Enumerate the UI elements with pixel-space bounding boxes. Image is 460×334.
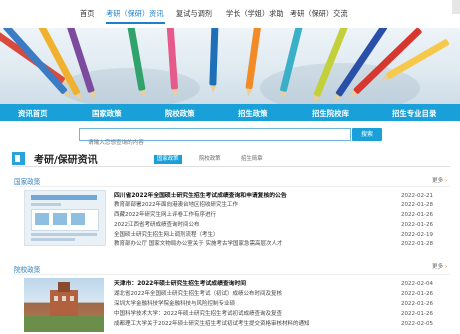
active-tab-underline <box>106 22 165 24</box>
news-title[interactable]: 中国科学技术大学：2022年硕士研究生招生考试初试成绩查询及复查 <box>114 310 374 318</box>
news-title[interactable]: 深圳大学金融科技学院金融科技与风险控制专业硕 <box>114 300 374 308</box>
news-item[interactable]: 成都理工大学关于2022年硕士研究生招生考试初试考生提交资格审核材料的通知 20… <box>114 320 436 328</box>
more-arrow-icon: › <box>444 264 448 270</box>
divider <box>14 186 450 187</box>
news-item[interactable]: 2022江西省考研成绩查询时间公布 2022-01-26 <box>114 221 436 229</box>
news-title[interactable]: 教育部部署2022年面向港澳台地区招收研究生工作 <box>114 201 374 209</box>
section-header: 考研/保研资讯 国家政策 院校政策 招生简章 <box>12 150 450 167</box>
national-policy-thumbnail[interactable] <box>24 190 106 246</box>
search-input[interactable] <box>80 137 358 149</box>
news-title[interactable]: 湖北省2022年全国硕士研究生招生考试（初试）成绩公布时间及复核 <box>114 290 374 298</box>
news-date: 2022-02-04 <box>401 281 433 287</box>
main-navigation: 资讯首页 国家政策 院校政策 招生政策 招生院校库 招生专业目录 <box>0 104 460 121</box>
mainnav-news-home[interactable]: 资讯首页 <box>18 108 48 119</box>
tab-national-policy[interactable]: 国家政策 <box>154 155 182 164</box>
search-button[interactable]: 搜索 <box>352 128 382 141</box>
news-title[interactable]: 天津市：2022年硕士研究生招生考试成绩查询时间 <box>114 280 374 288</box>
news-date: 2022-01-28 <box>401 202 433 208</box>
news-date: 2022-01-28 <box>401 241 433 247</box>
news-date: 2022-01-26 <box>401 301 433 307</box>
corner-decoration <box>452 0 460 14</box>
divider <box>14 274 450 275</box>
news-date: 2022-02-05 <box>401 321 433 327</box>
search-box <box>79 128 358 149</box>
school-policy-thumbnail[interactable] <box>24 278 104 332</box>
news-item[interactable]: 全国硕士研究生招生网上调剂流程（考生） 2022-02-19 <box>114 231 436 239</box>
topnav-retest-adjust[interactable]: 复试与调剂 <box>176 9 212 19</box>
news-date: 2022-01-26 <box>401 212 433 218</box>
news-item[interactable]: 深圳大学金融科技学院金融科技与风险控制专业硕 2022-01-26 <box>114 300 436 308</box>
news-title[interactable]: 全国硕士研究生招生网上调剂流程（考生） <box>114 231 374 239</box>
category-title-national[interactable]: 国家政策 <box>14 176 40 186</box>
news-date: 2022-01-26 <box>401 311 433 317</box>
news-item[interactable]: 教育部办公厅 国家文物局办公室关于 实施考古学国家急需高层次人才 2022-01… <box>114 240 436 248</box>
news-title[interactable]: 四川省2022年全国硕士研究生招生考试成绩查询和申请复核的公告 <box>114 192 374 200</box>
news-item[interactable]: 天津市：2022年硕士研究生招生考试成绩查询时间 2022-02-04 <box>114 280 436 288</box>
news-title[interactable]: 西藏2022年研究生网上评卷工作有序进行 <box>114 211 374 219</box>
news-date: 2022-02-21 <box>401 193 433 199</box>
mainnav-enrollment-policy[interactable]: 招生政策 <box>238 108 268 119</box>
news-title[interactable]: 成都理工大学关于2022年硕士研究生招生考试初试考生提交资格审核材料的通知 <box>114 320 374 328</box>
topnav-exchange[interactable]: 考研（保研）交流 <box>290 9 348 19</box>
news-date: 2022-01-26 <box>401 291 433 297</box>
section-icon <box>12 152 25 165</box>
news-item[interactable]: 湖北省2022年全国硕士研究生招生考试（初试）成绩公布时间及复核 2022-01… <box>114 290 436 298</box>
news-item[interactable]: 中国科学技术大学：2022年硕士研究生招生考试初试成绩查询及复查 2022-01… <box>114 310 436 318</box>
mainnav-school-database[interactable]: 招生院校库 <box>312 108 349 119</box>
top-navigation: 首页 考研（保研）资讯 复试与调剂 学长（学姐）求助 考研（保研）交流 <box>0 0 460 28</box>
more-link-school[interactable]: 更多 › <box>432 262 447 270</box>
section-title: 考研/保研资讯 <box>34 155 98 166</box>
tab-school-policy[interactable]: 院校政策 <box>196 155 224 164</box>
topnav-seniors-help[interactable]: 学长（学姐）求助 <box>226 9 284 19</box>
category-title-school[interactable]: 院校政策 <box>14 264 40 274</box>
tab-enrollment-guide[interactable]: 招生简章 <box>238 155 266 164</box>
topnav-home[interactable]: 首页 <box>80 9 94 19</box>
news-date: 2022-01-26 <box>401 222 433 228</box>
news-title[interactable]: 2022江西省考研成绩查询时间公布 <box>114 221 374 229</box>
banner-image <box>0 28 460 104</box>
mainnav-major-catalog[interactable]: 招生专业目录 <box>392 108 436 119</box>
news-title[interactable]: 教育部办公厅 国家文物局办公室关于 实施考古学国家急需高层次人才 <box>114 240 374 248</box>
mainnav-national-policy[interactable]: 国家政策 <box>92 108 122 119</box>
more-arrow-icon: › <box>444 178 448 184</box>
news-item[interactable]: 四川省2022年全国硕士研究生招生考试成绩查询和申请复核的公告 2022-02-… <box>114 192 436 200</box>
news-date: 2022-02-19 <box>401 232 433 238</box>
more-link-national[interactable]: 更多 › <box>432 176 447 184</box>
news-item[interactable]: 西藏2022年研究生网上评卷工作有序进行 2022-01-26 <box>114 211 436 219</box>
mainnav-school-policy[interactable]: 院校政策 <box>165 108 195 119</box>
topnav-kaoyan-news[interactable]: 考研（保研）资讯 <box>106 9 164 19</box>
news-item[interactable]: 教育部部署2022年面向港澳台地区招收研究生工作 2022-01-28 <box>114 201 436 209</box>
